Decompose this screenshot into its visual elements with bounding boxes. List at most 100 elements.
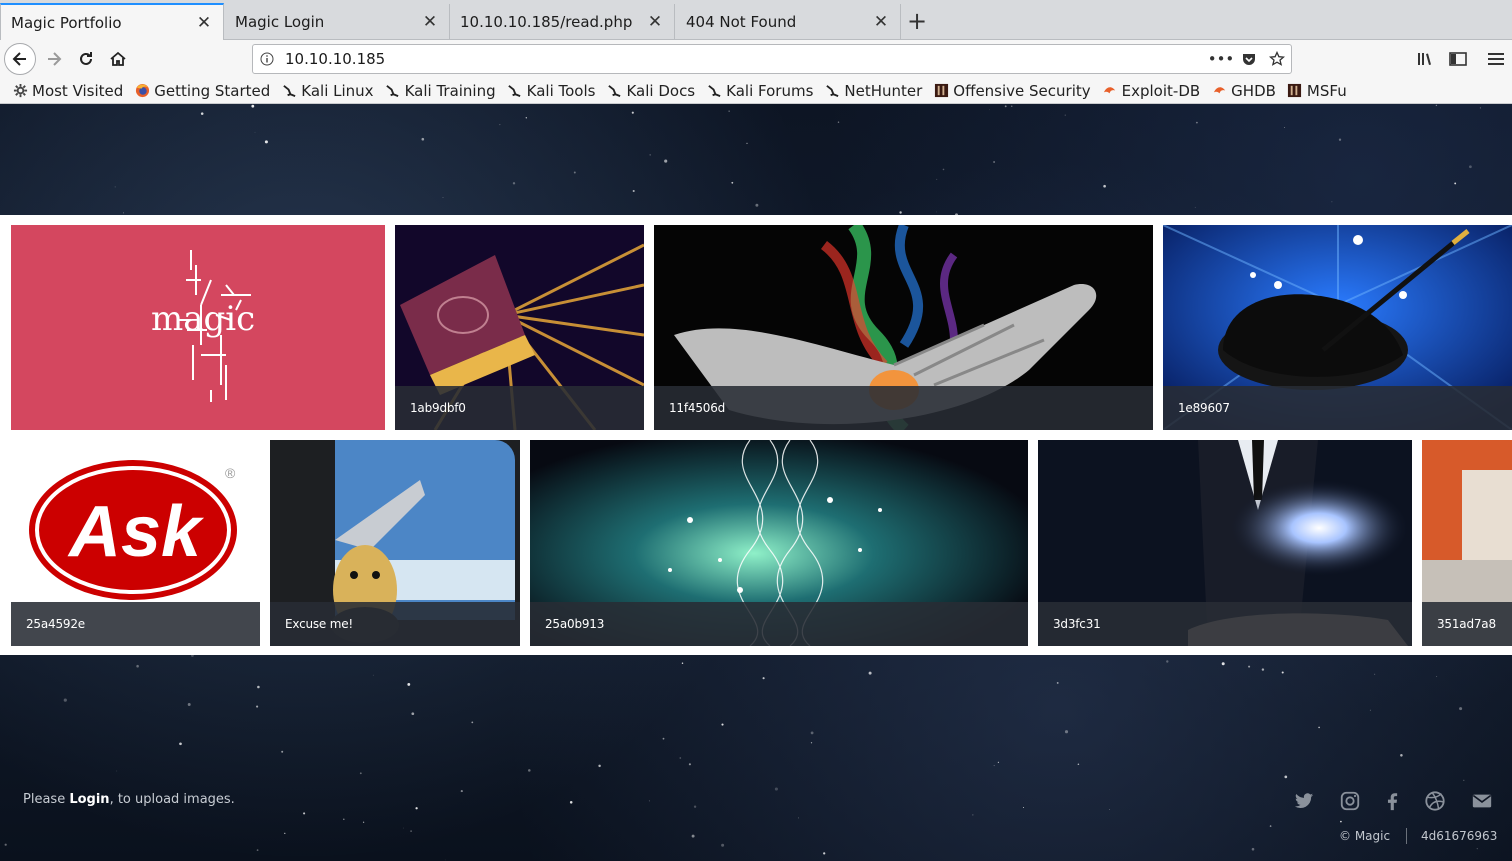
reload-icon [80, 52, 92, 65]
star [114, 186, 116, 188]
star [1338, 138, 1342, 141]
bookmark-nethunter[interactable]: NetHunter [824, 82, 922, 100]
star [868, 671, 872, 675]
star [179, 742, 182, 746]
star [343, 818, 345, 821]
star [1369, 709, 1371, 711]
gallery-item-25a4592e[interactable]: Ask ® 25a4592e [11, 440, 260, 646]
bookmark-label: Kali Training [404, 81, 496, 100]
gallery-item-magic[interactable]: magic [11, 225, 385, 430]
star [936, 178, 938, 180]
dribbble-icon[interactable] [1421, 787, 1449, 815]
star [1166, 660, 1169, 663]
close-icon[interactable]: ✕ [872, 12, 890, 32]
mail-icon[interactable] [1468, 787, 1496, 815]
star [284, 832, 286, 834]
bookmark-label: Kali Tools [526, 81, 596, 100]
bookmark-kali-forums[interactable]: Kali Forums [706, 82, 813, 100]
gallery-item-excuse-me[interactable]: Excuse me! [270, 440, 520, 646]
arrow-left-icon [12, 52, 26, 66]
instagram-icon[interactable] [1336, 787, 1364, 815]
bookmark-kali-training[interactable]: Kali Training [385, 82, 496, 100]
star [1374, 673, 1376, 675]
bookmark-exploit-db[interactable]: Exploit-DB [1102, 82, 1200, 100]
star [1194, 206, 1196, 208]
kali-dragon-icon [385, 83, 401, 99]
star [721, 723, 724, 726]
twitter-icon[interactable] [1290, 787, 1318, 815]
star [664, 159, 668, 163]
bookmark-label: Getting Started [154, 81, 271, 100]
offsec-icon [1287, 83, 1303, 99]
tab-title: Magic Portfolio [11, 14, 122, 32]
star [1269, 825, 1272, 827]
star [254, 131, 256, 133]
gallery-caption: 25a0b913 [530, 602, 1028, 646]
tab-magic-portfolio[interactable]: Magic Portfolio ✕ [0, 3, 224, 41]
bookmark-kali-docs[interactable]: Kali Docs [606, 82, 695, 100]
star [691, 834, 695, 838]
more-actions-icon[interactable]: ••• [1207, 50, 1235, 68]
reload-button[interactable] [70, 43, 102, 75]
close-icon[interactable]: ✕ [195, 13, 213, 33]
star [256, 705, 259, 708]
star-icon[interactable] [1263, 51, 1291, 67]
magic-art-image: magic [11, 225, 385, 430]
gallery-item-351ad7a8[interactable]: 351ad7a8 [1422, 440, 1512, 646]
star [798, 817, 799, 819]
gallery-caption: Excuse me! [270, 602, 520, 646]
star [762, 677, 765, 680]
tab-magic-login[interactable]: Magic Login ✕ [225, 4, 450, 40]
gallery-item-1e89607[interactable]: 1e89607 [1163, 225, 1512, 430]
star [1261, 668, 1265, 671]
star [1056, 681, 1059, 684]
gallery-item-25a0b913[interactable]: 25a0b913 [530, 440, 1028, 646]
star [251, 104, 255, 108]
forward-button[interactable] [38, 43, 70, 75]
bookmark-most-visited[interactable]: Most Visited [12, 82, 123, 100]
sidebar-icon[interactable] [1446, 48, 1470, 70]
bookmark-getting-started[interactable]: Getting Started [134, 82, 270, 100]
star [200, 112, 204, 115]
star [810, 742, 813, 744]
info-icon[interactable] [253, 52, 281, 66]
star [662, 737, 665, 740]
star [187, 703, 191, 706]
star [421, 137, 425, 141]
star [1435, 104, 1438, 107]
pocket-icon[interactable] [1235, 51, 1263, 67]
bookmark-msfu[interactable]: MSFu [1287, 82, 1347, 100]
address-bar[interactable]: 10.10.10.185 ••• [252, 44, 1292, 74]
star [362, 821, 365, 823]
close-icon[interactable]: ✕ [421, 12, 439, 32]
gallery-item-11f4506d[interactable]: 11f4506d [654, 225, 1153, 430]
star [731, 181, 734, 184]
tab-read-php[interactable]: 10.10.10.185/read.php ✕ [450, 4, 675, 40]
tab-404[interactable]: 404 Not Found ✕ [676, 4, 901, 40]
gallery-item-3d3fc31[interactable]: 3d3fc31 [1038, 440, 1412, 646]
url-text[interactable]: 10.10.10.185 [281, 50, 1207, 68]
bookmark-label: NetHunter [844, 81, 923, 100]
bookmark-kali-linux[interactable]: Kali Linux [281, 82, 374, 100]
library-icon[interactable] [1414, 48, 1438, 70]
gallery-caption: 1e89607 [1163, 386, 1512, 430]
bookmark-kali-tools[interactable]: Kali Tools [507, 81, 596, 100]
back-button[interactable] [4, 43, 36, 75]
close-icon[interactable]: ✕ [646, 12, 664, 32]
ask-logo-text: Ask [67, 492, 205, 572]
registered-mark: ® [225, 465, 236, 481]
plus-icon[interactable]: + [904, 6, 930, 36]
login-link[interactable]: Login [69, 792, 109, 807]
upload-suffix: , to upload images. [109, 792, 235, 807]
home-button[interactable] [102, 43, 134, 75]
facebook-icon[interactable] [1378, 787, 1406, 815]
gallery-caption: 11f4506d [654, 386, 1153, 430]
star [774, 787, 778, 791]
gallery-item-1ab9dbf0[interactable]: 1ab9dbf0 [395, 225, 644, 430]
exploitdb-icon [1102, 83, 1118, 99]
hamburger-menu-icon[interactable] [1484, 48, 1508, 70]
bookmark-ghdb[interactable]: GHDB [1211, 82, 1276, 100]
bookmark-offensive-security[interactable]: Offensive Security [933, 82, 1091, 100]
star [471, 721, 474, 724]
star [721, 843, 725, 847]
